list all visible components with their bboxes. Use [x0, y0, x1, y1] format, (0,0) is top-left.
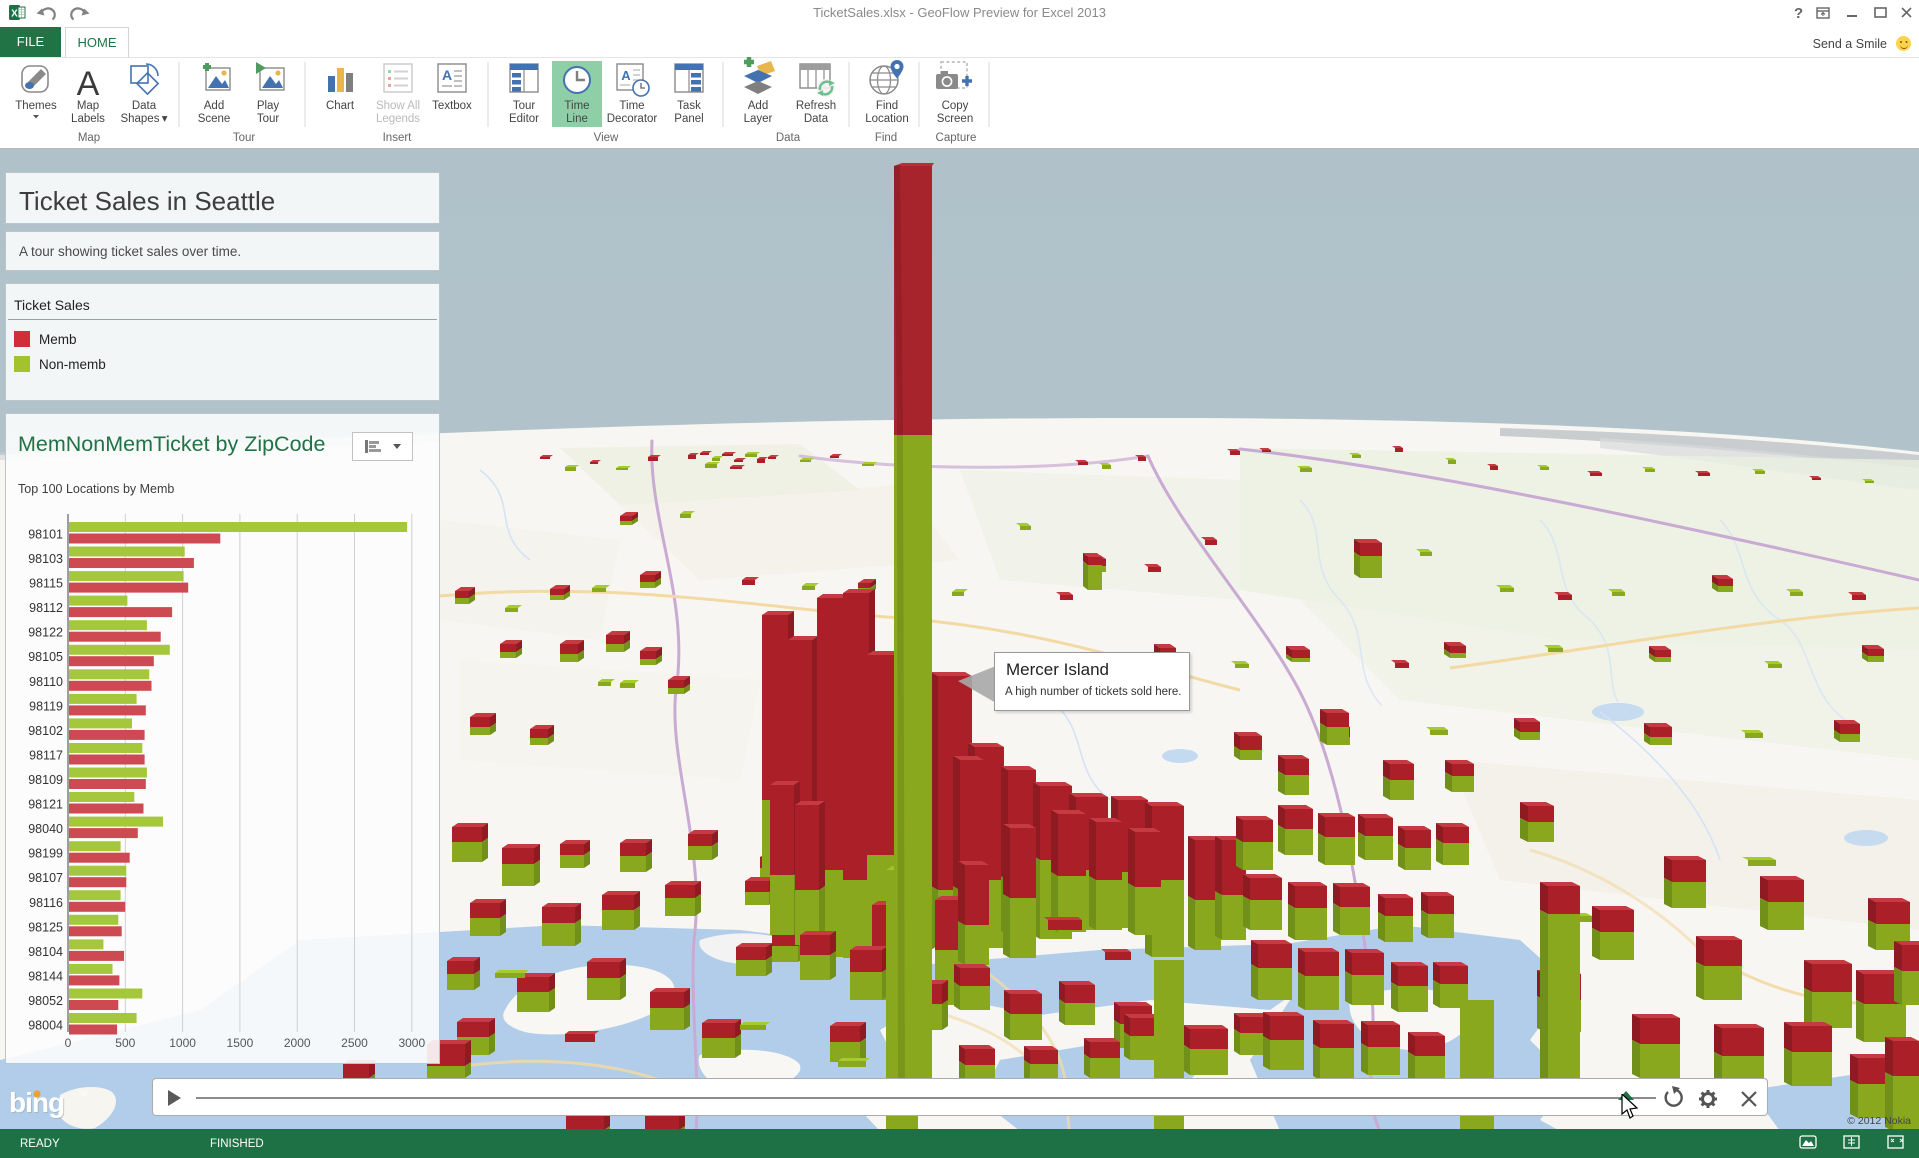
svg-text:98105: 98105 [28, 650, 63, 664]
svg-text:Add: Add [748, 100, 768, 112]
svg-text:98110: 98110 [29, 675, 63, 689]
svg-text:Panel: Panel [674, 113, 703, 125]
svg-text:Editor: Editor [509, 113, 539, 125]
svg-text:Tour: Tour [513, 100, 536, 112]
svg-text:Legends: Legends [376, 113, 420, 125]
svg-text:Labels: Labels [71, 113, 105, 125]
svg-text:A: A [442, 67, 452, 83]
svg-text:Shapes ▾: Shapes ▾ [120, 113, 167, 125]
svg-text:Tour: Tour [257, 113, 280, 125]
svg-text:Data: Data [776, 132, 801, 144]
svg-text:Task: Task [677, 100, 701, 112]
svg-text:View: View [594, 132, 619, 144]
svg-text:98125: 98125 [28, 920, 63, 934]
svg-text:98144: 98144 [28, 969, 63, 983]
svg-text:TM: TM [78, 1091, 87, 1098]
svg-text:Play: Play [257, 100, 280, 112]
svg-text:A: A [77, 65, 100, 103]
svg-text:98101: 98101 [28, 528, 63, 542]
svg-text:98109: 98109 [28, 773, 63, 787]
svg-text:2500: 2500 [341, 1036, 368, 1050]
svg-text:Map: Map [78, 132, 100, 144]
svg-text:98112: 98112 [29, 601, 63, 615]
svg-text:98102: 98102 [28, 724, 63, 738]
svg-text:98040: 98040 [28, 822, 63, 836]
svg-text:Chart: Chart [326, 100, 355, 112]
svg-text:Find: Find [876, 100, 898, 112]
svg-text:Themes: Themes [15, 100, 57, 112]
svg-text:Location: Location [865, 113, 908, 125]
svg-text:Layer: Layer [744, 113, 773, 125]
svg-text:3000: 3000 [398, 1036, 425, 1050]
svg-text:1000: 1000 [169, 1036, 196, 1050]
svg-text:Insert: Insert [383, 132, 413, 144]
svg-text:Copy: Copy [942, 100, 969, 112]
svg-text:98117: 98117 [29, 749, 63, 763]
svg-text:Tour: Tour [233, 132, 256, 144]
svg-text:0: 0 [65, 1036, 72, 1050]
svg-text:1500: 1500 [227, 1036, 254, 1050]
svg-text:98115: 98115 [29, 577, 63, 591]
svg-text:98004: 98004 [28, 1019, 63, 1033]
svg-text:Textbox: Textbox [432, 100, 472, 112]
svg-text:98199: 98199 [28, 847, 63, 861]
svg-text:Line: Line [566, 113, 588, 125]
svg-text:98103: 98103 [28, 552, 63, 566]
svg-text:Map: Map [77, 100, 99, 112]
svg-text:98119: 98119 [29, 699, 63, 713]
svg-text:Time: Time [619, 100, 644, 112]
svg-text:Capture: Capture [936, 132, 977, 144]
svg-text:98107: 98107 [28, 871, 63, 885]
svg-text:Scene: Scene [198, 113, 231, 125]
svg-text:Time: Time [564, 100, 589, 112]
svg-text:98052: 98052 [28, 994, 63, 1008]
svg-text:Show All: Show All [376, 100, 420, 112]
svg-text:500: 500 [115, 1036, 135, 1050]
svg-text:A: A [621, 68, 631, 83]
svg-text:Screen: Screen [937, 113, 973, 125]
svg-text:Data: Data [132, 100, 157, 112]
svg-text:98121: 98121 [28, 798, 63, 812]
svg-text:98116: 98116 [29, 896, 63, 910]
svg-text:Refresh: Refresh [796, 100, 836, 112]
svg-text:Data: Data [804, 113, 829, 125]
svg-text:2000: 2000 [284, 1036, 311, 1050]
svg-text:Find: Find [875, 132, 897, 144]
svg-text:Add: Add [204, 100, 224, 112]
svg-text:98122: 98122 [28, 626, 63, 640]
svg-text:98104: 98104 [28, 945, 63, 959]
svg-text:Decorator: Decorator [607, 113, 658, 125]
